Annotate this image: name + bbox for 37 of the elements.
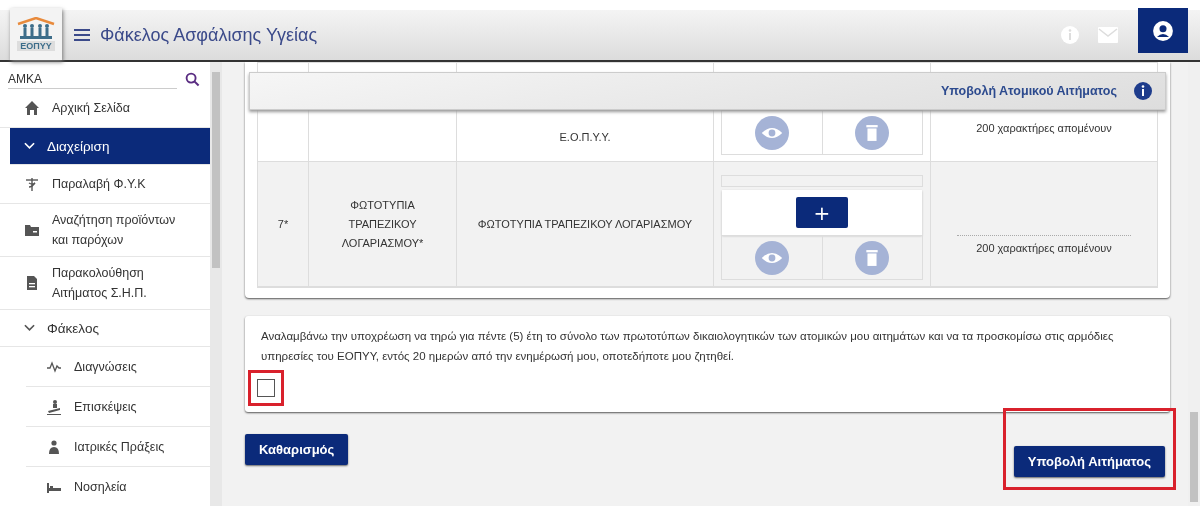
mail-icon[interactable]: [1098, 27, 1118, 43]
declaration-text: Αναλαμβάνω την υποχρέωση να τηρώ για πέντε (5) έτη το σύνολο των πρωτοτύπων δικαιολογητικών των ατομικών μου αιτημάτων και να τα προσκομίσω στις αρμόδιες υπηρεσίες του ΕΟΠΥΥ, εντός 20 ημερών από την ενημέρωσή μου, οποτεδήποτε μου ζητηθεί.: [261, 329, 1115, 364]
table-cell-text: 7*: [277, 216, 289, 232]
document-icon: [24, 275, 40, 291]
doctor-icon: [46, 438, 62, 455]
folder-icon: [24, 222, 40, 238]
sidebar-group[interactable]: Διαχείριση: [10, 128, 210, 165]
delete-icon[interactable]: [855, 116, 890, 150]
panel-title: Υποβολή Ατομικού Αιτήματος: [941, 84, 1117, 98]
user-icon: [1152, 19, 1174, 42]
patient-icon: [46, 398, 62, 415]
chevron-icon: [24, 324, 35, 332]
scrollbar[interactable]: [1188, 62, 1200, 506]
table-cell-text: ΦΩΤΟΤΥΠΙΑ ΤΡΑΠΕΖΙΚΟΥ ΛΟΓΑΡΙΑΣΜΟΥ: [477, 216, 693, 232]
view-icon[interactable]: [754, 116, 789, 150]
chevron-icon: [24, 142, 35, 150]
action-button[interactable]: Υποβολή Αιτήματος: [1013, 446, 1165, 477]
add-button[interactable]: +: [796, 197, 848, 228]
account-button[interactable]: [1138, 8, 1188, 53]
character-counter: 200 χαρακτήρες απομένουν: [976, 121, 1112, 136]
search-icon[interactable]: [185, 72, 200, 87]
app-title: Φάκελος Ασφάλισης Υγείας: [100, 24, 318, 46]
logo-text: ΕΟΠΥΥ: [17, 41, 55, 51]
table-cell-text: ΦΩΤΟΤΥΠΙΑ ΤΡΑΠΕΖΙΚΟΥ ΛΟΓΑΡΙΑΣΜΟΥ*: [340, 197, 425, 251]
caduceus-icon: [24, 176, 40, 192]
checkbox[interactable]: [257, 379, 275, 397]
view-icon[interactable]: [754, 241, 789, 275]
logo-icon: [16, 17, 56, 41]
info-icon[interactable]: [1133, 81, 1153, 101]
scrollbar[interactable]: [210, 62, 222, 506]
menu-icon[interactable]: [74, 29, 90, 41]
search-field[interactable]: ΑΜΚΑ: [8, 70, 177, 89]
action-button[interactable]: Καθαρισμός: [245, 433, 349, 465]
delete-icon[interactable]: [855, 241, 890, 275]
table-cell-text: Ε.Ο.Π.Υ.Υ.: [559, 130, 611, 145]
character-counter: 200 χαρακτήρες απομένουν: [976, 241, 1112, 256]
home-icon: [24, 100, 40, 116]
